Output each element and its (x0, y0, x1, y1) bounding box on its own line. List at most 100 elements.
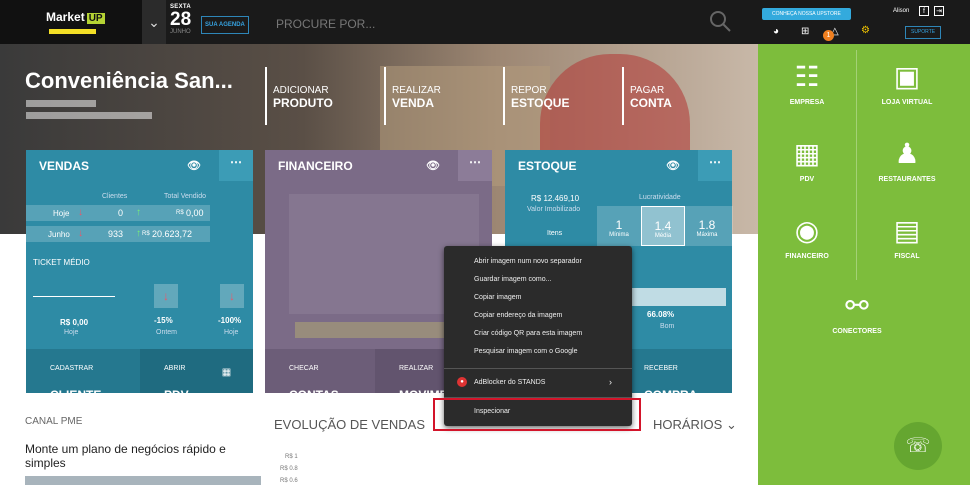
month-name: JUNHO (170, 29, 191, 35)
upstore-button[interactable]: CONHEÇA NOSSA UPSTORE (762, 8, 851, 20)
module-restaurantes[interactable]: ♟ RESTAURANTES (858, 137, 956, 183)
logo[interactable]: Market UP (0, 0, 142, 44)
arrow-down-icon: ↓ (154, 284, 178, 308)
store-info-blurred (26, 100, 96, 107)
agenda-button[interactable]: SUA AGENDA (201, 16, 249, 34)
money-bag-icon: ◉ (794, 215, 820, 246)
pct-yesterday-label: Ontem (156, 329, 178, 336)
more-options-button[interactable]: ⋯ (698, 150, 732, 181)
search-input[interactable]: PROCURE POR... (276, 17, 375, 31)
table-row: Junho ↓ 933 ↑ R$ 20.623,72 (26, 226, 210, 242)
make-sale-action[interactable]: REALIZAR VENDA (384, 67, 441, 125)
menu-item-open-image[interactable]: Abrir imagem num novo separador (474, 258, 582, 265)
receipt-icon: ▤ (893, 215, 921, 246)
support-button[interactable]: SUPORTE (905, 26, 942, 39)
waiter-icon: ♟ (894, 138, 920, 169)
pay-bill-action[interactable]: PAGAR CONTA (622, 67, 672, 125)
module-loja-virtual[interactable]: ▣ LOJA VIRTUAL (858, 60, 956, 106)
axis-label: R$ 0.6 (280, 478, 298, 484)
support-chat-button[interactable]: ☏ (894, 422, 942, 470)
store-address-blurred (26, 112, 152, 119)
progress-bar (618, 288, 726, 306)
immobilized-value: R$ 12.469,10 (531, 194, 580, 203)
sales-card: VENDAS 👁 ⋯ Clientes Total Vendido Hoje ↓… (26, 150, 253, 406)
restock-action[interactable]: REPOR ESTOQUE (503, 67, 569, 125)
sales-title: VENDAS (39, 159, 90, 173)
dashboard-icon[interactable]: ◕ (773, 26, 779, 37)
check-accounts-button[interactable]: CHECAR CONTAS (265, 349, 375, 402)
online-store-icon: ▣ (893, 61, 921, 92)
top-bar: Market UP ⌄ SEXTA 28 JUNHO SUA AGENDA PRO… (0, 0, 758, 44)
module-conectores[interactable]: ⚯ CONECTORES (808, 289, 906, 335)
profit-scale: 1 Mínima 1.4 Média 1.8 Máxima (597, 206, 733, 246)
col-total: Total Vendido (164, 193, 207, 200)
brand-up: UP (86, 13, 105, 24)
stock-percent: 66.08% (647, 310, 675, 319)
headset-icon: ☏ (905, 435, 931, 457)
store-icon[interactable]: ⊞ (801, 26, 809, 37)
show-icon[interactable]: 👁 (426, 159, 440, 172)
day-number: 28 (170, 9, 192, 30)
profit-label: Lucratividade (639, 194, 681, 201)
open-pdv-button[interactable]: ABRIR PDV (140, 349, 200, 402)
warning-blurred (295, 322, 445, 338)
register-client-button[interactable]: CADASTRAR CLIENTE (26, 349, 140, 402)
menu-item-adblocker[interactable]: AdBlocker do STANDS (474, 379, 545, 386)
ticket-period: Hoje (64, 329, 79, 336)
sales-footer: CADASTRAR CLIENTE ABRIR PDV ▦ CAIXA FECHADO (26, 349, 253, 406)
connectors-icon: ⚯ (845, 290, 869, 321)
pct-today: -100% (218, 316, 242, 325)
user-bar: CONHEÇA NOSSA UPSTORE Alison f ⇥ ◕ ⊞ △ ⚙… (758, 0, 970, 44)
module-pdv[interactable]: ▦ PDV (758, 137, 856, 183)
arrow-down-icon: ↓ (220, 284, 244, 308)
logout-icon[interactable]: ⇥ (934, 6, 944, 16)
date-display: SEXTA 28 JUNHO (170, 4, 191, 35)
highlight-box (433, 398, 641, 431)
chevron-down-icon[interactable]: ⌄ (142, 0, 166, 44)
gear-icon[interactable]: ⚙ (861, 25, 870, 36)
ticket-value: R$ 0,00 (60, 318, 89, 327)
menu-item-search-google[interactable]: Pesquisar imagem com o Google (474, 348, 578, 355)
immobilized-label: Valor Imobilizado (527, 206, 581, 213)
pct-today-label: Hoje (224, 329, 239, 336)
more-options-button[interactable]: ⋯ (219, 150, 253, 181)
module-fiscal[interactable]: ▤ FISCAL (858, 214, 956, 260)
finance-title: FINANCEIRO (278, 159, 353, 173)
canal-pme-label: CANAL PME (25, 416, 83, 427)
brand-name: Market (46, 10, 85, 24)
hide-icon[interactable]: 👁 (187, 159, 201, 172)
axis-label: R$ 0.8 (280, 466, 298, 472)
register-icon: ▦ (221, 367, 232, 378)
chevron-right-icon: › (609, 377, 612, 387)
module-financeiro[interactable]: ◉ FINANCEIRO (758, 214, 856, 260)
module-empresa[interactable]: ☷ EMPRESA (758, 60, 856, 106)
stock-title: ESTOQUE (518, 159, 577, 173)
menu-item-copy-address[interactable]: Copiar endereço da imagem (474, 312, 562, 319)
adblock-icon: ● (457, 377, 467, 387)
store-name: Conveniência San... (25, 68, 233, 93)
col-clients: Clientes (102, 193, 128, 200)
article-image[interactable] (25, 476, 261, 485)
add-product-action[interactable]: ADICIONAR PRODUTO (265, 67, 333, 125)
menu-item-qr-code[interactable]: Criar código QR para esta imagem (474, 330, 582, 337)
building-icon: ☷ (794, 61, 820, 92)
article-headline[interactable]: Monte um plano de negócios rápido e simp… (25, 442, 265, 470)
register-closed: ▦ CAIXA FECHADO (200, 349, 253, 406)
cash-register-icon: ▦ (793, 138, 821, 169)
facebook-icon[interactable]: f (919, 6, 929, 16)
table-row: Hoje ↓ 0 ↑ R$ 0,00 (26, 205, 210, 221)
sales-evolution-title: EVOLUÇÃO DE VENDAS (274, 417, 425, 432)
user-name[interactable]: Alison (893, 8, 909, 14)
modules-sidebar: ☷ EMPRESA ▣ LOJA VIRTUAL ▦ PDV ♟ RESTAURANTE… (758, 44, 970, 485)
notification-badge[interactable]: 1 (823, 30, 834, 41)
search-icon[interactable] (709, 10, 731, 32)
menu-item-copy-image[interactable]: Copiar imagem (474, 294, 521, 301)
hide-icon[interactable]: 👁 (666, 159, 680, 172)
axis-label: R$ 1 (285, 454, 298, 460)
stock-percent-label: Bom (660, 323, 675, 330)
more-options-button[interactable]: ⋯ (458, 150, 492, 181)
pct-yesterday: -15% (154, 316, 173, 325)
menu-item-save-image[interactable]: Guardar imagem como... (474, 276, 551, 283)
hours-dropdown[interactable]: HORÁRIOS ⌄ (653, 417, 737, 433)
items-label: Itens (547, 230, 563, 237)
